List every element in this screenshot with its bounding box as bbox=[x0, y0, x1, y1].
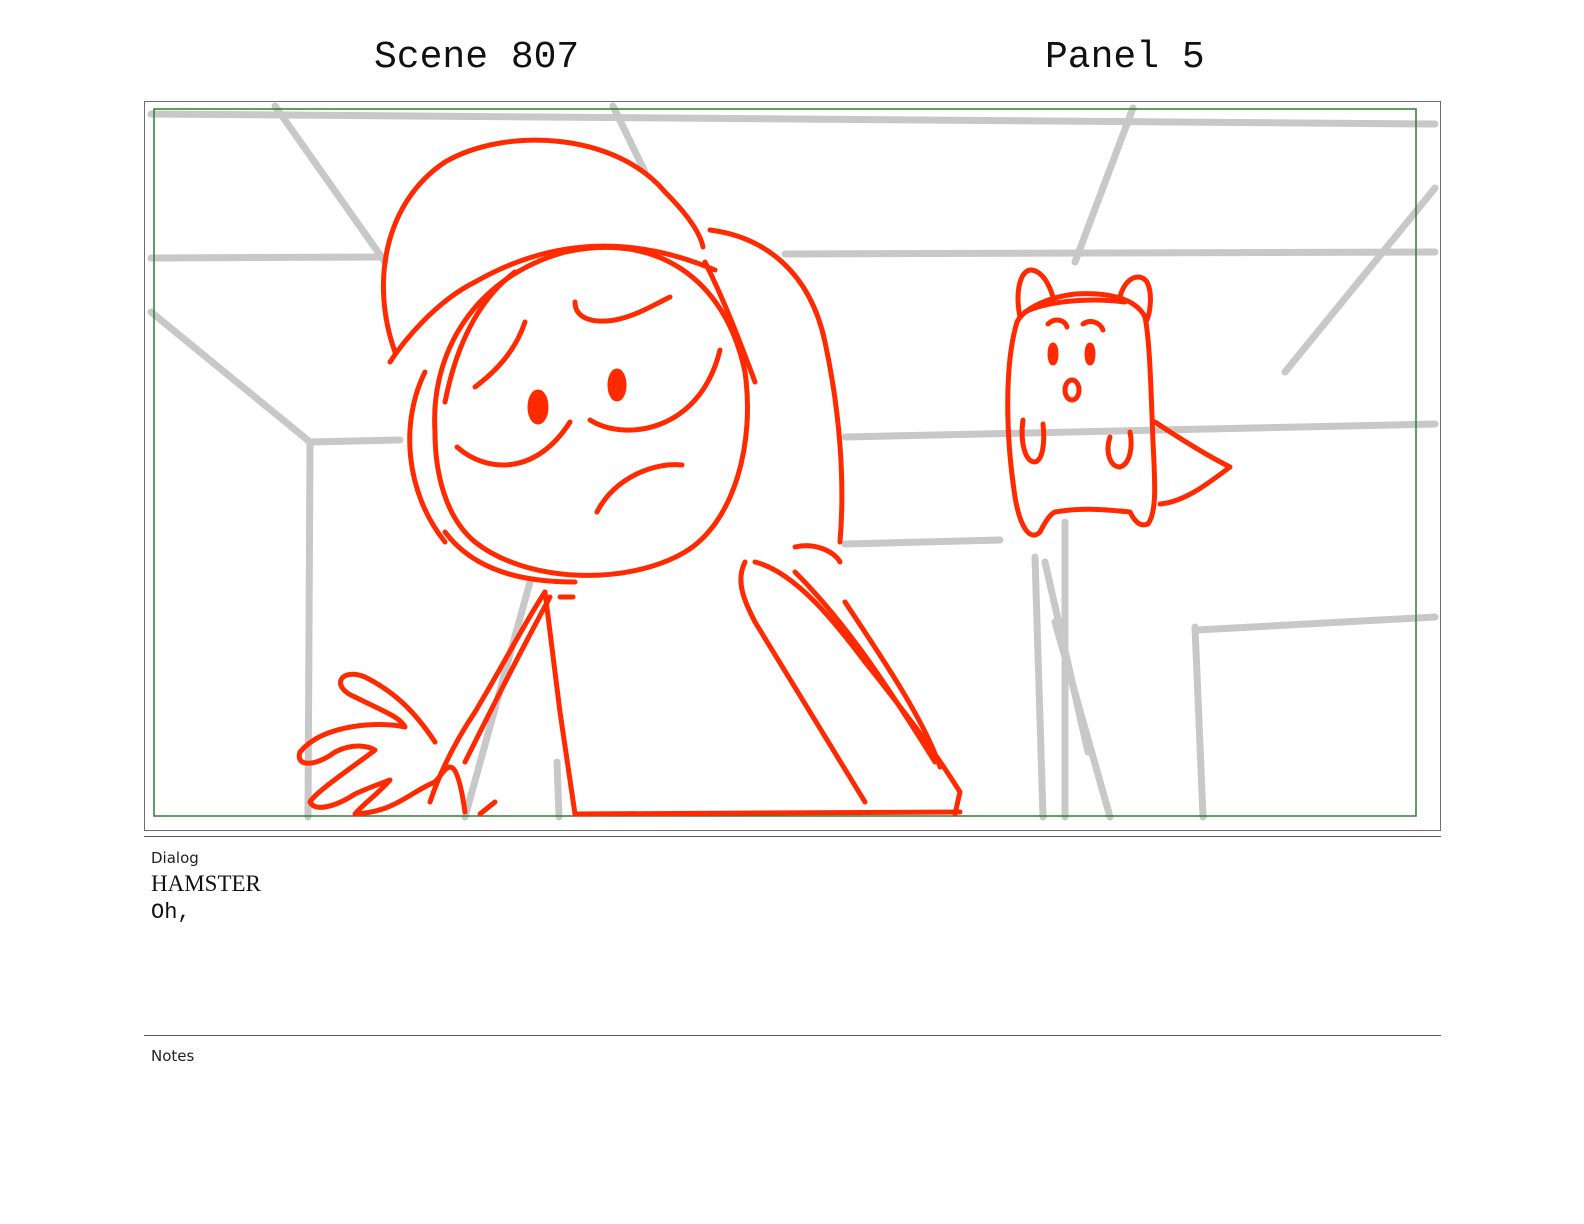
hamster-sketch bbox=[1005, 267, 1233, 538]
storyboard-panel-frame bbox=[144, 101, 1441, 831]
scene-number: Scene 807 bbox=[374, 36, 580, 79]
character-sketch bbox=[296, 137, 963, 817]
notes-divider bbox=[144, 1035, 1441, 1036]
storyboard-sketch bbox=[147, 102, 1439, 821]
dialog-line-text: Oh, bbox=[151, 900, 191, 925]
dialog-divider bbox=[144, 836, 1441, 837]
background-sketch bbox=[147, 102, 1439, 821]
safe-area-guide bbox=[153, 108, 1417, 817]
dialog-character-name: HAMSTER bbox=[151, 871, 261, 896]
panel-number: Panel 5 bbox=[1045, 36, 1205, 79]
dialog-section-label: Dialog bbox=[151, 849, 199, 867]
notes-section-label: Notes bbox=[151, 1047, 195, 1065]
